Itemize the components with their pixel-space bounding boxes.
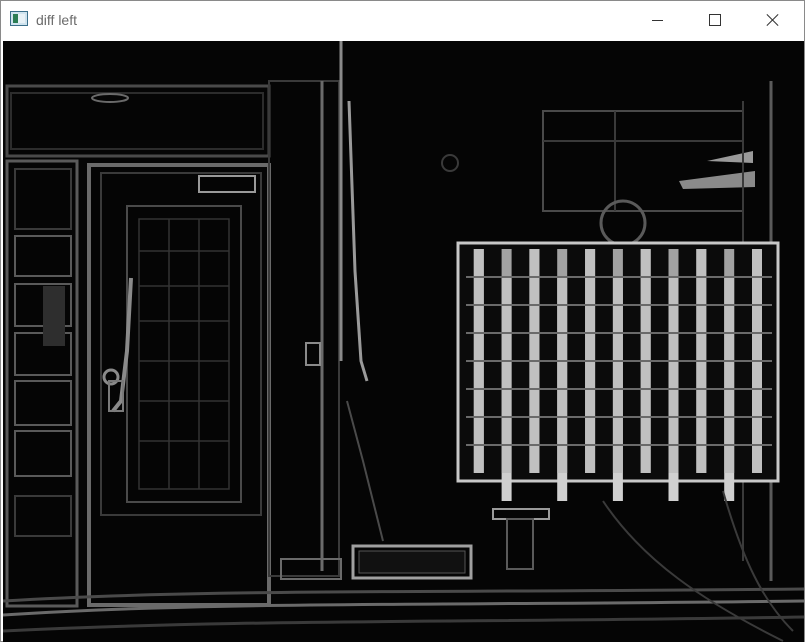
- maximize-icon: [709, 14, 721, 26]
- minimize-icon: [651, 19, 663, 21]
- title-bar[interactable]: diff left: [1, 1, 804, 39]
- diff-image: [3, 41, 804, 642]
- app-window: diff left: [0, 0, 805, 642]
- diff-image-view[interactable]: [3, 41, 804, 642]
- window-title: diff left: [36, 12, 77, 28]
- close-button[interactable]: [744, 1, 802, 39]
- checkerboard-pattern: [456, 241, 780, 501]
- close-icon: [766, 13, 780, 27]
- opencv-window-icon: [10, 11, 28, 26]
- maximize-button[interactable]: [686, 1, 744, 39]
- minimize-button[interactable]: [628, 1, 686, 39]
